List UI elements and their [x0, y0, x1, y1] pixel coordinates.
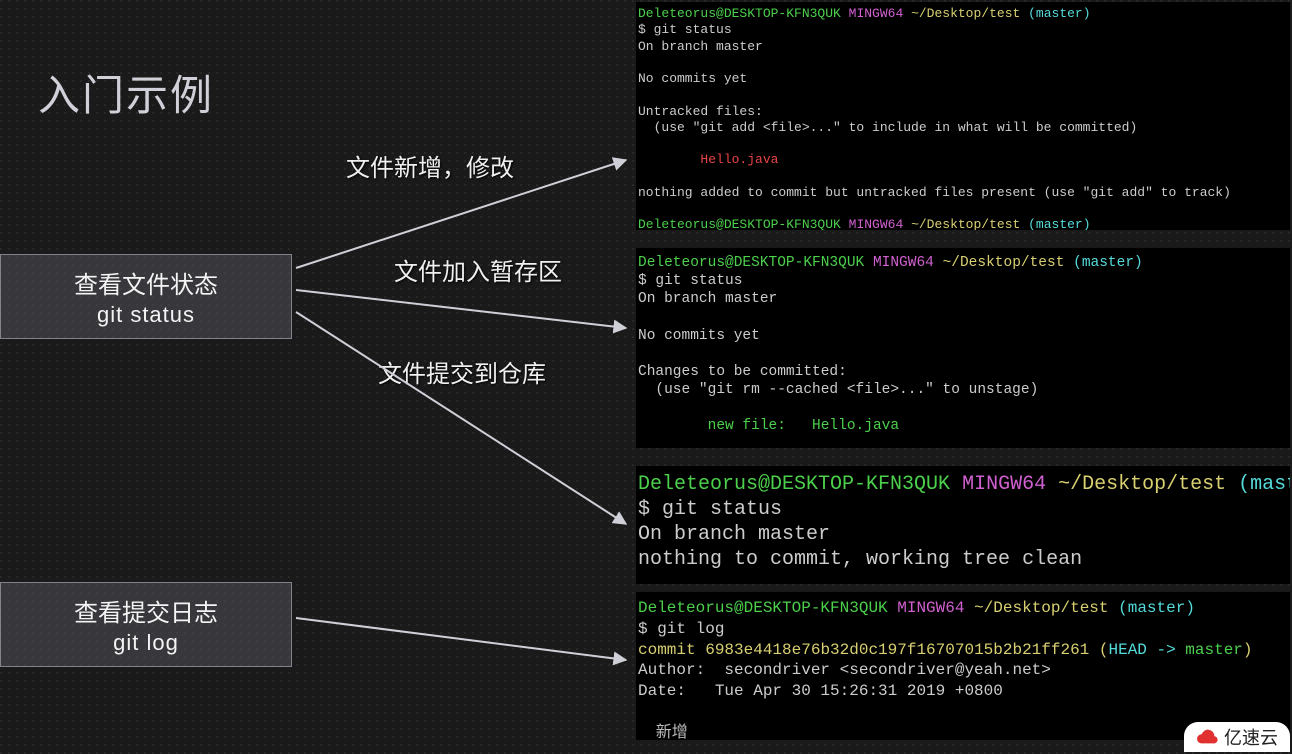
box-git-log-cmd: git log — [1, 630, 291, 656]
label-file-to-repo: 文件提交到仓库 — [378, 354, 546, 389]
cloud-icon — [1196, 726, 1218, 748]
watermark-text: 亿速云 — [1224, 724, 1278, 750]
terminal-status-clean: Deleteorus@DESKTOP-KFN3QUK MINGW64 ~/Des… — [636, 466, 1290, 584]
terminal-status-untracked: Deleteorus@DESKTOP-KFN3QUK MINGW64 ~/Des… — [636, 2, 1290, 230]
label-file-to-stage: 文件加入暂存区 — [394, 252, 562, 287]
slide-title: 入门示例 — [38, 62, 214, 123]
watermark-badge: 亿速云 — [1184, 722, 1290, 752]
terminal-status-staged: Deleteorus@DESKTOP-KFN3QUK MINGW64 ~/Des… — [636, 248, 1290, 448]
box-git-status: 查看文件状态 git status — [0, 254, 292, 339]
box-git-log: 查看提交日志 git log — [0, 582, 292, 667]
label-file-add-modify: 文件新增，修改 — [346, 148, 514, 183]
box-git-status-title: 查看文件状态 — [1, 265, 291, 300]
terminal-git-log: Deleteorus@DESKTOP-KFN3QUK MINGW64 ~/Des… — [636, 592, 1290, 740]
box-git-log-title: 查看提交日志 — [1, 593, 291, 628]
box-git-status-cmd: git status — [1, 302, 291, 328]
